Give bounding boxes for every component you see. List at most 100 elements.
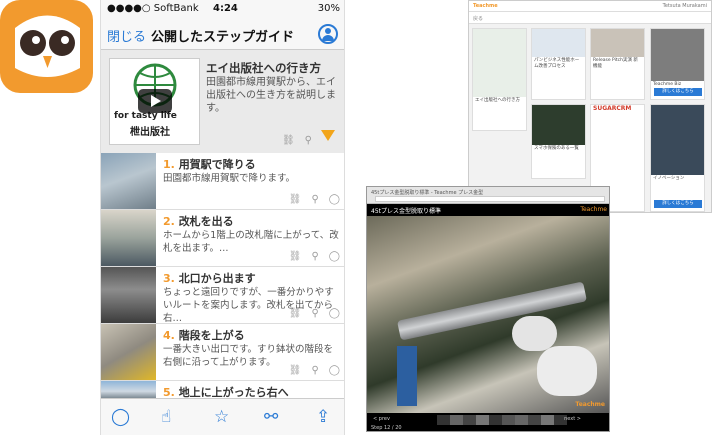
location-icon[interactable]: ⚲	[311, 194, 318, 205]
battery-label: 30%	[317, 3, 340, 14]
card-image	[532, 105, 585, 145]
video-player-window: 45tプレス金型脱取り標準 - Teachme プレス金型 45tプレス金型脱取…	[366, 186, 610, 432]
comment-icon[interactable]: ◯	[329, 365, 340, 376]
video-brand: Teachme	[580, 206, 607, 213]
status-bar: ●●●●○ SoftBank 4:24 30%	[101, 0, 344, 18]
web-toolbar: 戻る	[469, 12, 711, 24]
guide-card[interactable]: Release Pitch実演 新機能	[590, 28, 645, 100]
thumbnail-logo-sub: 枻出版社	[130, 127, 170, 138]
card-image	[591, 29, 644, 57]
address-bar[interactable]	[375, 196, 605, 202]
card-title: イノベーション	[653, 176, 685, 181]
location-icon[interactable]: ⚲	[311, 365, 318, 376]
guide-card[interactable]: エイ出版社への行き方	[472, 28, 527, 131]
step-actions: ⛓ ⚲ ◯	[279, 308, 340, 320]
guide-description: 田園都市線用賀駅から、エイ出版社への生き方を説明します。	[206, 77, 336, 114]
promo-card[interactable]: Teachme Biz 詳しくはこちら	[650, 28, 705, 100]
app-icon[interactable]	[0, 0, 93, 93]
location-icon[interactable]: ⚲	[305, 135, 312, 146]
link-icon[interactable]: ⛓	[289, 308, 302, 319]
glove-image	[537, 346, 597, 396]
guide-card[interactable]: パンビジネス性能ホーム改善プロセス	[531, 28, 586, 100]
expand-triangle-icon[interactable]	[321, 130, 335, 141]
location-icon[interactable]: ⚲	[311, 308, 318, 319]
step-title: 4. 階段を上がる	[163, 329, 245, 342]
step-title: 3. 北口から出ます	[163, 272, 256, 285]
card-image	[651, 105, 704, 175]
details-button[interactable]: 詳しくはこちら	[654, 88, 702, 96]
thumbs-up-icon[interactable]: ☝	[161, 407, 171, 427]
step-image	[101, 324, 156, 380]
comment-icon[interactable]: ◯	[111, 407, 130, 427]
next-button[interactable]: next >	[564, 416, 581, 422]
location-icon[interactable]: ⚲	[311, 251, 318, 262]
card-title: SUGARCRM	[593, 105, 632, 112]
web-header: Teachme Tetsuta Murakami	[469, 1, 711, 12]
prev-button[interactable]: < prev	[373, 416, 390, 422]
video-title: 45tプレス金型脱取り標準	[371, 208, 441, 215]
play-icon[interactable]	[138, 89, 172, 113]
promo-card[interactable]: イノベーション 詳しくはこちら	[650, 104, 705, 212]
details-button[interactable]: 詳しくはこちら	[654, 200, 702, 208]
link-icon[interactable]: ⛓	[289, 365, 302, 376]
step-item[interactable]: 4. 階段を上がる 一番大きい出口です。すり鉢状の階段を右側に沿って上がります。…	[101, 324, 344, 381]
step-counter: Step 12 / 20	[371, 425, 402, 431]
step-image	[101, 153, 156, 209]
step-description: 田園都市線用賀駅で降ります。	[163, 173, 296, 184]
comment-icon[interactable]: ◯	[329, 194, 340, 205]
comment-icon[interactable]: ◯	[329, 308, 340, 319]
step-actions: ⛓ ⚲ ◯	[279, 251, 340, 263]
thumbnail-strip[interactable]	[437, 415, 567, 425]
card-image	[473, 29, 526, 97]
browser-chrome: 45tプレス金型脱取り標準 - Teachme プレス金型	[367, 187, 609, 204]
step-image	[101, 381, 156, 398]
page-title: 公開したステップガイド	[151, 30, 295, 45]
card-image	[532, 29, 585, 57]
web-user[interactable]: Tetsuta Murakami	[663, 3, 707, 9]
close-button[interactable]: 閉じる	[107, 26, 146, 45]
web-back-link[interactable]: 戻る	[473, 15, 483, 22]
guide-actions: ⛓ ⚲	[272, 135, 312, 147]
tab-bar: ◯ ☝ ☆ ⚯ ⇪	[101, 398, 344, 435]
link-icon[interactable]: ⛓	[289, 194, 302, 205]
nav-bar: 閉じる 公開したステップガイド	[101, 18, 344, 50]
web-brand[interactable]: Teachme	[473, 3, 498, 9]
guide-header[interactable]: for tasty life 枻出版社 エイ出版社への行き方 田園都市線用賀駅か…	[101, 50, 344, 153]
card-title: パンビジネス性能ホーム改善プロセス	[534, 58, 580, 69]
card-title: エイ出版社への行き方	[475, 98, 520, 103]
comment-icon[interactable]: ◯	[329, 251, 340, 262]
video-title-bar: 45tプレス金型脱取り標準 Teachme	[367, 204, 609, 216]
share-network-icon[interactable]: ⚯	[264, 407, 278, 427]
export-icon[interactable]: ⇪	[316, 407, 330, 427]
web-dashboard: Teachme Tetsuta Murakami 戻る エイ出版社への行き方 パ…	[468, 0, 712, 213]
video-controls: < prev next > Step 12 / 20	[367, 413, 609, 431]
step-actions: ⛓ ⚲ ◯	[279, 365, 340, 377]
machine-part	[397, 346, 417, 406]
carrier-label: ●●●●○ SoftBank	[107, 3, 199, 14]
watermark-brand: Teachme	[575, 401, 605, 408]
owl-logo-icon	[15, 15, 80, 77]
step-image	[101, 210, 156, 266]
phone-screen: ●●●●○ SoftBank 4:24 30% 閉じる 公開したステップガイド …	[100, 0, 345, 435]
guide-title: エイ出版社への行き方	[206, 61, 321, 75]
guide-thumbnail[interactable]: for tasty life 枻出版社	[109, 58, 200, 145]
step-item[interactable]: 1. 用賀駅で降りる 田園都市線用賀駅で降ります。 ⛓ ⚲ ◯	[101, 153, 344, 210]
link-icon[interactable]: ⛓	[282, 135, 295, 146]
step-image	[101, 267, 156, 323]
step-item[interactable]: 5. 地上に上がったら右へ	[101, 381, 344, 399]
star-icon[interactable]: ☆	[214, 407, 229, 427]
card-title: スマホ保険のある一覧	[534, 146, 579, 151]
video-frame[interactable]: Teachme	[367, 216, 609, 413]
card-image	[651, 29, 704, 81]
step-title: 2. 改札を出る	[163, 215, 234, 228]
browser-tab[interactable]: 45tプレス金型脱取り標準 - Teachme プレス金型	[371, 189, 483, 196]
step-actions: ⛓ ⚲ ◯	[279, 194, 340, 206]
step-item[interactable]: 2. 改札を出る ホームから1階上の改札階に上がって、改札を出ます。… ⛓ ⚲ ◯	[101, 210, 344, 267]
glove-image	[512, 316, 557, 351]
user-icon[interactable]	[318, 24, 338, 44]
guide-card[interactable]: スマホ保険のある一覧	[531, 104, 586, 179]
card-title: Release Pitch実演 新機能	[593, 58, 638, 69]
link-icon[interactable]: ⛓	[289, 251, 302, 262]
step-item[interactable]: 3. 北口から出ます ちょっと遠回りですが、一番分かりやすいルートを案内します。…	[101, 267, 344, 324]
wrench-image	[396, 281, 588, 341]
